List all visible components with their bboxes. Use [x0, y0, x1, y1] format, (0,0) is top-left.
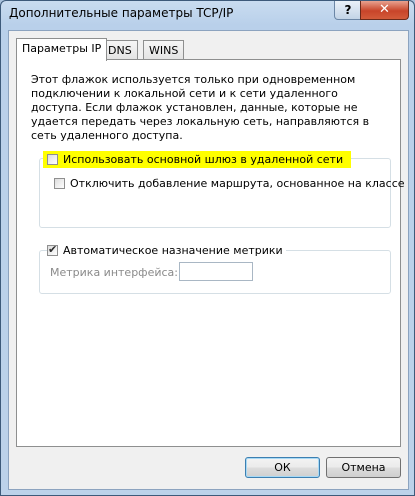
- interface-metric-input[interactable]: [179, 262, 253, 281]
- use-gateway-option[interactable]: Использовать основной шлюз в удаленной с…: [43, 151, 352, 168]
- gateway-options-group: [39, 158, 391, 228]
- use-gateway-checkbox[interactable]: [47, 154, 58, 165]
- highlight-marker: Использовать основной шлюз в удаленной с…: [43, 151, 352, 168]
- interface-metric-label: Метрика интерфейса:: [50, 266, 178, 279]
- description-text: Этот флажок используется только при одно…: [31, 73, 370, 142]
- tab-ip-settings[interactable]: Параметры IP: [16, 38, 108, 61]
- tab-wins[interactable]: WINS: [143, 40, 185, 60]
- tab-dns[interactable]: DNS: [102, 40, 138, 60]
- disable-class-route-option[interactable]: Отключить добавление маршрута, основанно…: [54, 177, 405, 190]
- dialog-client-area: Параметры IP DNS WINS Этот флажок исполь…: [8, 30, 409, 490]
- use-gateway-label: Использовать основной шлюз в удаленной с…: [63, 153, 344, 166]
- dialog-window: Дополнительные параметры TCP/IP ? ✕ Пара…: [0, 0, 415, 496]
- disable-class-route-label: Отключить добавление маршрута, основанно…: [70, 177, 405, 190]
- ok-button[interactable]: ОК: [245, 457, 320, 478]
- help-button[interactable]: ?: [334, 1, 362, 20]
- disable-class-route-checkbox[interactable]: [54, 178, 65, 189]
- cancel-button[interactable]: Отмена: [326, 457, 401, 478]
- automatic-metric-checkbox[interactable]: [47, 243, 58, 256]
- close-button[interactable]: ✕: [360, 1, 409, 20]
- tab-panel-ip-settings: Этот флажок используется только при одно…: [16, 59, 405, 447]
- automatic-metric-label: Автоматическое назначение метрики: [63, 244, 283, 257]
- window-title: Дополнительные параметры TCP/IP: [9, 6, 234, 20]
- automatic-metric-option[interactable]: Автоматическое назначение метрики: [47, 243, 286, 257]
